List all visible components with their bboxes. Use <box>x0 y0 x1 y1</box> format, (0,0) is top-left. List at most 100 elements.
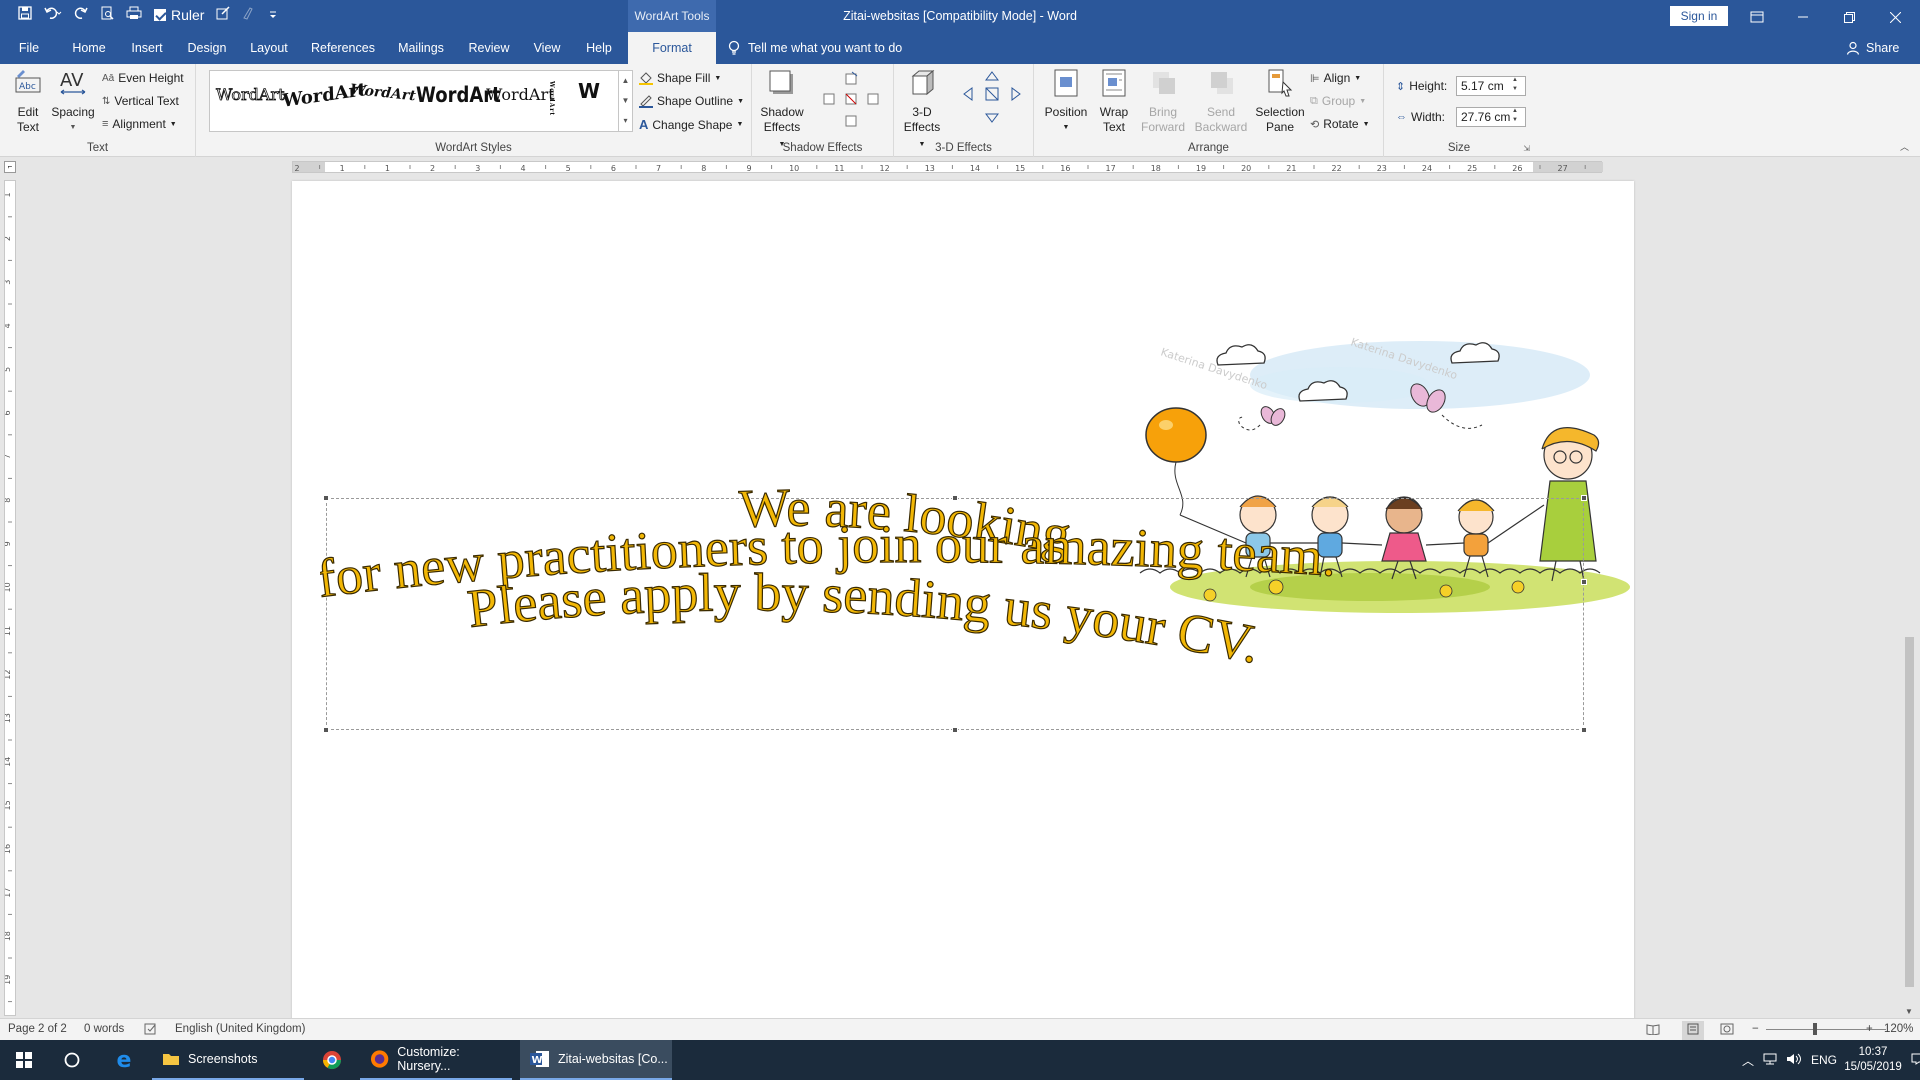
tab-help[interactable]: Help <box>578 32 620 64</box>
clock[interactable]: 10:37 15/05/2019 <box>1842 1045 1904 1075</box>
taskbar-screenshots[interactable]: Screenshots <box>152 1040 304 1080</box>
folder-icon <box>163 1054 179 1065</box>
width-spinner[interactable]: ▲ ▼ <box>1512 107 1518 125</box>
nudge-shadow-up-icon[interactable] <box>845 71 858 85</box>
scroll-down-icon[interactable]: ▼ <box>1905 1007 1913 1016</box>
rotate-button[interactable]: ⟲ Rotate ▼ <box>1310 117 1370 131</box>
zoom-level[interactable]: 120% <box>1884 1023 1913 1035</box>
even-height-button[interactable]: Aā Even Height <box>102 71 184 85</box>
wordart-style-7[interactable]: W <box>578 79 600 103</box>
wordart-style-5[interactable]: WordArt <box>486 85 555 104</box>
chrome-button[interactable] <box>312 1040 352 1080</box>
volume-icon[interactable] <box>1782 1053 1806 1068</box>
change-shape-button[interactable]: A Change Shape ▼ <box>639 117 743 132</box>
ruler-number: 7 <box>5 454 12 459</box>
gallery-scroll-arrows[interactable]: ▲ ▼ ▾ <box>619 70 633 132</box>
vertical-ruler[interactable]: 12345678910111213141516171819 <box>4 180 16 1016</box>
group-button[interactable]: ⧉ Group ▼ <box>1310 94 1366 108</box>
language-status[interactable]: English (United Kingdom) <box>175 1023 305 1035</box>
save-icon[interactable] <box>18 6 32 23</box>
tab-format[interactable]: Format <box>628 32 716 64</box>
redo-icon[interactable] <box>74 6 88 23</box>
send-backward-button[interactable]: Send Backward <box>1194 68 1250 135</box>
edit-shape-icon[interactable] <box>216 6 230 23</box>
input-language[interactable]: ENG <box>1806 1053 1842 1067</box>
alignment-button[interactable]: ≡ Alignment ▼ <box>102 117 177 131</box>
taskbar-word[interactable]: W Zitai-websitas [Co... <box>520 1040 672 1080</box>
close-icon[interactable] <box>1872 0 1918 32</box>
customize-qat-icon[interactable] <box>268 7 278 23</box>
tilt-right-icon[interactable] <box>1011 87 1021 101</box>
shape-fill-button[interactable]: Shape Fill ▼ <box>639 71 721 85</box>
zoom-out-icon[interactable]: − <box>1752 1023 1759 1035</box>
align-button[interactable]: ⊫ Align ▼ <box>1310 71 1361 85</box>
read-mode-icon[interactable] <box>1646 1023 1660 1038</box>
print-preview-icon[interactable] <box>100 6 114 23</box>
show-hidden-icons-icon[interactable]: ︿ <box>1738 1052 1758 1069</box>
shadow-toggle-icon[interactable] <box>845 93 857 105</box>
horizontal-ruler[interactable]: 2 1 1 2 3 4 5 6 7 8 9 10 11 12 13 14 15 16 17 18 19 20 21 22 23 2… <box>292 161 1603 173</box>
spacing-button[interactable]: AV Spacing ▼ <box>50 68 96 135</box>
tab-selector-icon[interactable]: ⌐ <box>4 161 16 173</box>
shape-outline-button[interactable]: Shape Outline ▼ <box>639 94 744 108</box>
ruler-number: 1 <box>340 164 345 172</box>
tab-layout[interactable]: Layout <box>244 32 294 64</box>
restore-icon[interactable] <box>1826 0 1872 32</box>
collapse-ribbon-icon[interactable]: ︿ <box>1900 140 1909 153</box>
print-layout-icon[interactable] <box>1682 1021 1704 1040</box>
nudge-shadow-right-icon[interactable] <box>867 93 879 105</box>
wrap-text-button[interactable]: Wrap Text <box>1094 68 1134 135</box>
tab-file[interactable]: File <box>8 32 50 64</box>
share-button[interactable]: Share <box>1846 32 1899 64</box>
tab-references[interactable]: References <box>310 32 376 64</box>
ruler-number: 11 <box>834 164 844 172</box>
quick-print-icon[interactable] <box>126 6 142 23</box>
nudge-shadow-down-icon[interactable] <box>845 115 857 127</box>
edge-browser-button[interactable]: e <box>100 1040 148 1080</box>
word-count[interactable]: 0 words <box>84 1023 124 1035</box>
threed-toggle-icon[interactable] <box>985 87 999 101</box>
edit-text-button[interactable]: Abc Edit Text <box>8 68 48 135</box>
web-layout-icon[interactable] <box>1720 1023 1734 1038</box>
notifications-icon[interactable] <box>1904 1053 1920 1068</box>
edge-icon: e <box>116 1047 132 1073</box>
tab-mailings[interactable]: Mailings <box>392 32 450 64</box>
tab-review[interactable]: Review <box>464 32 514 64</box>
ribbon-display-options-icon[interactable] <box>1734 0 1780 32</box>
page-count[interactable]: Page 2 of 2 <box>8 1023 67 1035</box>
wordart-text-object[interactable]: We are looking for new practitioners to … <box>320 487 1620 747</box>
zoom-slider-thumb[interactable] <box>1813 1023 1817 1035</box>
wordart-style-1[interactable]: WordArt <box>216 85 285 105</box>
tilt-up-icon[interactable] <box>985 71 999 81</box>
threed-effects-button[interactable]: 3-D Effects ▼ <box>902 68 942 152</box>
taskbar-firefox[interactable]: Customize: Nursery... <box>360 1040 512 1080</box>
size-dialog-launcher-icon[interactable]: ⇲ <box>1523 144 1530 153</box>
minimize-icon[interactable] <box>1780 0 1826 32</box>
shadow-effects-button[interactable]: Shadow Effects ▼ <box>760 68 804 152</box>
scrollbar-thumb[interactable] <box>1905 637 1914 987</box>
bring-forward-button[interactable]: Bring Forward <box>1138 68 1190 135</box>
start-button[interactable] <box>0 1040 48 1080</box>
tell-me-search[interactable]: Tell me what you want to do <box>728 32 902 64</box>
cortana-button[interactable] <box>48 1040 96 1080</box>
height-spinner[interactable]: ▲ ▼ <box>1512 76 1518 94</box>
sign-in-button[interactable]: Sign in <box>1670 6 1728 26</box>
network-icon[interactable] <box>1758 1053 1782 1068</box>
ruler-checkbox[interactable]: Ruler <box>154 7 204 23</box>
tab-design[interactable]: Design <box>182 32 232 64</box>
selection-pane-button[interactable]: Selection Pane <box>1252 68 1308 135</box>
vertical-scrollbar[interactable]: ▼ <box>1900 157 1920 1018</box>
tab-view[interactable]: View <box>528 32 566 64</box>
proofing-icon[interactable] <box>144 1023 158 1038</box>
position-button[interactable]: Position ▼ <box>1042 68 1090 135</box>
svg-text:AV: AV <box>60 70 84 91</box>
tab-insert[interactable]: Insert <box>124 32 170 64</box>
tilt-down-icon[interactable] <box>985 113 999 123</box>
nudge-shadow-left-icon[interactable] <box>823 93 835 105</box>
zoom-in-icon[interactable]: + <box>1866 1023 1873 1035</box>
tab-home[interactable]: Home <box>66 32 112 64</box>
tilt-left-icon[interactable] <box>963 87 973 101</box>
vertical-text-button[interactable]: ⇅ Vertical Text <box>102 94 179 108</box>
wordart-style-6[interactable]: WordArt <box>548 81 555 116</box>
undo-icon[interactable] <box>44 6 62 23</box>
